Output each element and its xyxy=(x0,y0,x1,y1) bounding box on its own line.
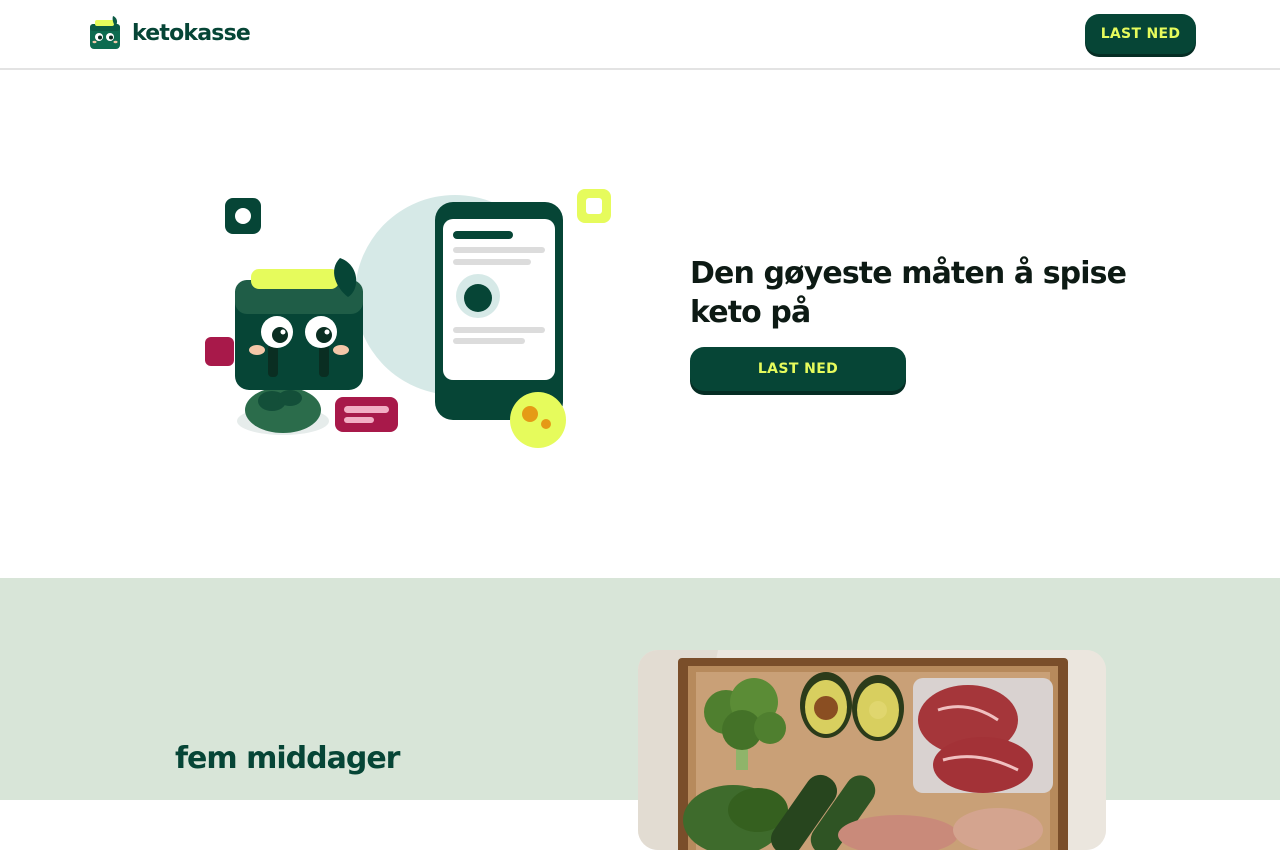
download-button-header[interactable]: LAST NED xyxy=(1085,14,1196,54)
section-title: fem middager xyxy=(175,741,400,776)
download-button-hero[interactable]: LAST NED xyxy=(690,347,906,391)
hero-title: Den gøyeste måten å spise keto på xyxy=(690,256,1127,330)
dinners-section: fem middager xyxy=(0,578,1280,850)
site-header: ketokasse LAST NED xyxy=(0,0,1280,70)
meal-box-photo xyxy=(638,650,1106,850)
lime-bubble-icon xyxy=(577,189,611,223)
phone-app-illustration xyxy=(435,202,563,420)
berry-message-icon xyxy=(335,397,398,432)
dark-bubble-icon xyxy=(225,198,261,234)
ketokasse-logo-icon xyxy=(90,16,120,49)
hero-section: Den gøyeste måten å spise keto på LAST N… xyxy=(0,70,1280,578)
hero-illustration xyxy=(205,189,611,448)
brand-name: ketokasse xyxy=(132,20,251,46)
berry-square-icon xyxy=(205,337,234,366)
steak xyxy=(913,678,1053,793)
brand-logo[interactable]: ketokasse xyxy=(89,16,251,50)
lime-coin-icon xyxy=(510,392,566,448)
